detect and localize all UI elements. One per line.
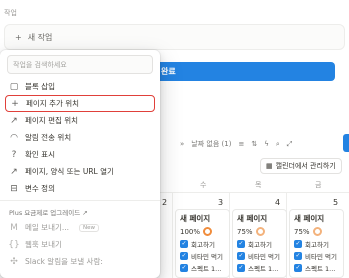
- arrow-up-right-icon: ↗: [10, 115, 18, 126]
- new-action-label: 새 작업: [27, 32, 53, 42]
- new-badge: New: [79, 223, 100, 232]
- manage-calendar-button[interactable]: ▦ 캘린더에서 관리하기: [260, 158, 342, 174]
- grid-divider: [155, 192, 349, 193]
- calendar-card[interactable]: 새 페이지 75% ✓ 회고하기 ✓ 비타민 먹기 ✓ 스펙트 1...: [289, 209, 344, 278]
- menu-item-send-webhook[interactable]: {} 웹훅 보내기: [5, 236, 155, 253]
- menu-divider: [0, 200, 160, 201]
- menu-item-send-notification[interactable]: ◠ 알림 전송 위치: [5, 129, 155, 146]
- search-input[interactable]: 작업을 검색하세요: [7, 55, 153, 74]
- calendar-card[interactable]: 새 페이지 100% ✓ 회고하기 ✓ 비타민 먹기 ✓ 스펙트 1...: [175, 209, 230, 278]
- menu-item-show-confirm[interactable]: ? 확인 표시: [5, 146, 155, 163]
- card-title: 새 페이지: [237, 214, 268, 223]
- arrow-up-right-icon: ↗: [10, 166, 18, 177]
- done-button[interactable]: 완료: [135, 62, 335, 81]
- checkbox-icon[interactable]: ✓: [237, 264, 245, 272]
- menu-item-add-page[interactable]: + 페이지 추가 위치: [5, 95, 155, 112]
- checkbox-icon[interactable]: ✓: [294, 252, 302, 260]
- progress-ring-icon: [255, 227, 265, 236]
- menu-item-define-variable[interactable]: ⊟ 변수 정의: [5, 180, 155, 197]
- menu-item-insert-block[interactable]: ▢ 블록 삽입: [5, 78, 155, 95]
- checkbox-icon[interactable]: ✓: [180, 252, 188, 260]
- menu-item-label: 페이지 편집 위치: [25, 116, 79, 125]
- checkbox-icon[interactable]: ✓: [180, 264, 188, 272]
- calendar-card[interactable]: 새 페이지 75% ✓ 회고하기 ✓ 비타민 먹기 ✓ 스펙트 1...: [232, 209, 287, 278]
- percent: 100%: [180, 227, 201, 236]
- percent: 75%: [237, 227, 253, 236]
- calendar-icon: ▦: [266, 162, 273, 170]
- card-title: 새 페이지: [294, 214, 325, 223]
- board-toolbar: » 날짜 없음 (1) ≡ ⇅ ϟ ⌕ ⤢: [180, 137, 292, 151]
- webhook-icon: {}: [8, 239, 20, 250]
- question-circle-icon: ?: [11, 149, 17, 160]
- check-label: 회고하기: [305, 241, 329, 249]
- block-icon: ▢: [9, 81, 19, 92]
- double-chevron-icon[interactable]: »: [180, 140, 184, 148]
- checkbox-icon[interactable]: ✓: [237, 240, 245, 248]
- plus-icon: +: [11, 98, 19, 109]
- progress-ring-icon: [312, 227, 322, 236]
- menu-item-label: Slack 알림을 보낼 사람:: [25, 257, 103, 266]
- check-label: 비타민 먹기: [191, 253, 223, 261]
- search-icon[interactable]: ⌕: [276, 140, 280, 149]
- check-label: 스펙트 1...: [248, 265, 279, 273]
- plus-icon: +: [15, 32, 22, 42]
- menu-item-send-mail[interactable]: M 메일 보내기... New: [5, 219, 155, 236]
- menu-item-label: 알림 전송 위치: [25, 133, 72, 142]
- slack-icon: ✣: [10, 256, 18, 267]
- variable-icon: ⊟: [10, 183, 18, 194]
- day-number: 2: [162, 198, 168, 207]
- menu-item-slack-notify[interactable]: ✣ Slack 알림을 보낼 사람:: [5, 253, 155, 270]
- checkbox-icon[interactable]: ✓: [180, 240, 188, 248]
- bell-icon: ◠: [10, 132, 18, 143]
- menu-item-label: 메일 보내기...: [25, 223, 70, 232]
- checkbox-icon[interactable]: ✓: [294, 240, 302, 248]
- day-header: 수: [200, 181, 207, 189]
- check-label: 회고하기: [191, 241, 215, 249]
- expand-icon[interactable]: ⤢: [287, 140, 293, 149]
- day-number: 5: [333, 198, 339, 207]
- day-header: 목: [255, 181, 262, 189]
- date-filter[interactable]: 날짜 없음 (1): [191, 139, 231, 149]
- sort-icon[interactable]: ⇅: [251, 140, 257, 148]
- day-number: 4: [275, 198, 281, 207]
- check-label: 스펙트 1...: [191, 265, 222, 273]
- mail-icon: M: [10, 222, 18, 233]
- section-label: 작업: [4, 9, 17, 17]
- check-label: 비타민 먹기: [305, 253, 337, 261]
- menu-item-label: 블록 삽입: [25, 82, 55, 91]
- menu-item-open-url[interactable]: ↗ 페이지, 양식 또는 URL 열기: [5, 163, 155, 180]
- plus-upgrade-link[interactable]: Plus 요금제로 업그레이드 ↗: [9, 207, 88, 217]
- menu-item-label: 확인 표시: [25, 150, 55, 159]
- grid-divider: [172, 192, 173, 278]
- menu-item-label: 페이지, 양식 또는 URL 열기: [25, 167, 114, 176]
- menu-item-edit-page[interactable]: ↗ 페이지 편집 위치: [5, 112, 155, 129]
- action-menu-popup: 작업을 검색하세요 ▢ 블록 삽입 + 페이지 추가 위치 ↗ 페이지 편집 위…: [0, 50, 160, 278]
- check-label: 비타민 먹기: [248, 253, 280, 261]
- check-label: 회고하기: [248, 241, 272, 249]
- day-headers: 수 목 금: [155, 180, 349, 192]
- new-button-edge[interactable]: [343, 134, 349, 152]
- menu-item-label: 변수 정의: [25, 184, 55, 193]
- menu-item-label: 페이지 추가 위치: [26, 99, 80, 108]
- day-number: 3: [218, 198, 224, 207]
- filter-icon[interactable]: ≡: [238, 140, 244, 148]
- checkbox-icon[interactable]: ✓: [294, 264, 302, 272]
- checkbox-icon[interactable]: ✓: [237, 252, 245, 260]
- manage-calendar-label: 캘린더에서 관리하기: [275, 162, 336, 170]
- lightning-icon[interactable]: ϟ: [264, 140, 269, 148]
- progress-ring-icon: [203, 227, 213, 236]
- day-header: 금: [315, 181, 322, 189]
- percent: 75%: [294, 227, 310, 236]
- check-label: 스펙트 1...: [305, 265, 336, 273]
- new-action-button[interactable]: + 새 작업: [4, 24, 345, 50]
- menu-item-label: 웹훅 보내기: [25, 240, 62, 249]
- card-title: 새 페이지: [180, 214, 211, 223]
